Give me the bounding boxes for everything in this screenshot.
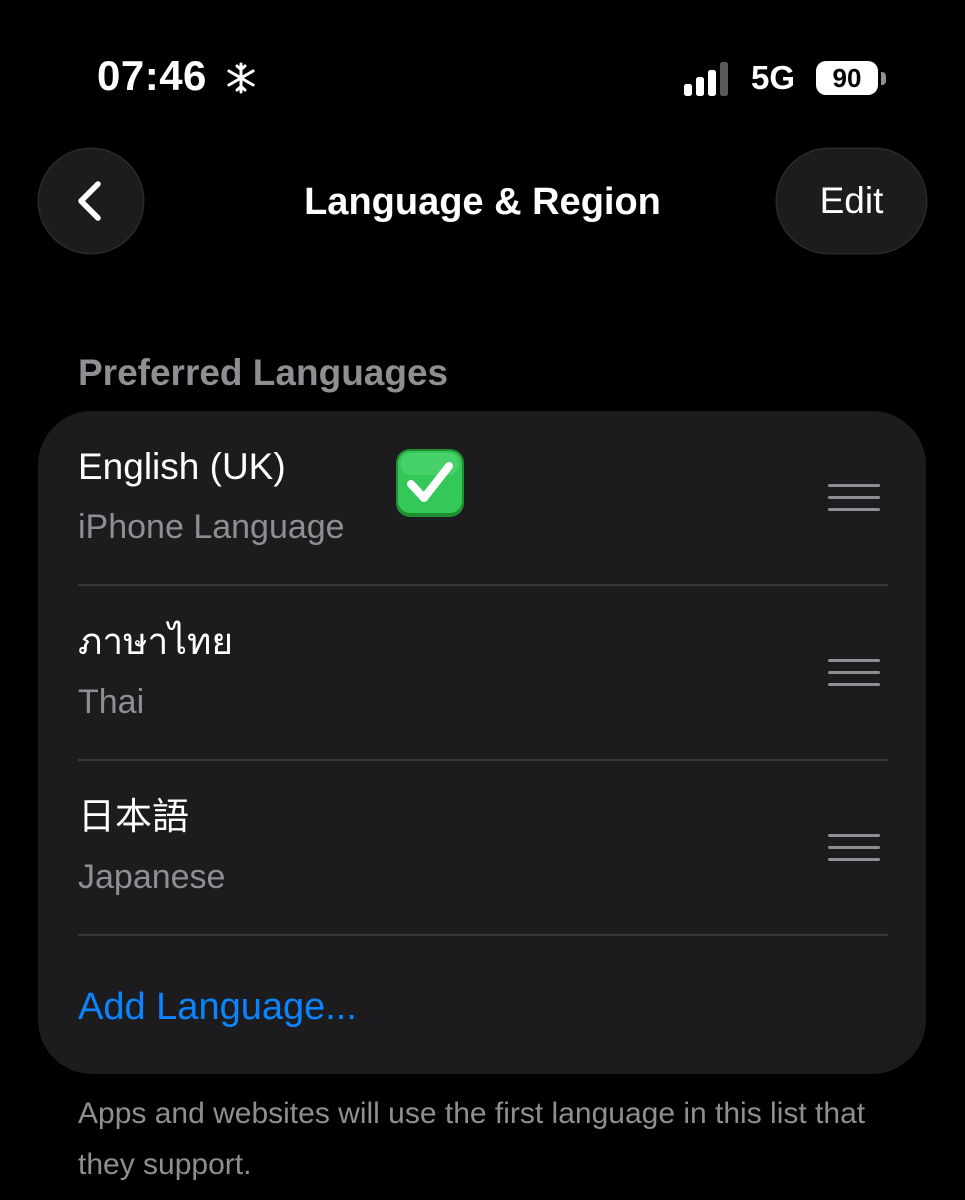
reorder-handle-icon[interactable] (828, 659, 882, 689)
chevron-left-icon (78, 181, 101, 221)
battery-cap (881, 72, 886, 85)
language-subtitle: Japanese (78, 858, 226, 896)
reorder-handle-icon[interactable] (828, 484, 882, 514)
footer-note: Apps and websites will use the first lan… (78, 1097, 866, 1181)
language-name: ภาษาไทย (78, 621, 234, 662)
language-region-screen: 07:46 5G 90 Language & Region Edit Prefe… (0, 0, 965, 1200)
language-row-english[interactable]: English (UK) iPhone Language (38, 411, 926, 586)
green-checkmark-icon (396, 449, 464, 517)
preferred-languages-list: English (UK) iPhone Language ภาษาไทย Tha… (38, 411, 926, 1074)
edit-button[interactable]: Edit (777, 149, 926, 253)
page-title: Language & Region (304, 181, 661, 223)
battery-level: 90 (816, 61, 878, 95)
separator (78, 934, 888, 936)
network-type: 5G (751, 59, 796, 96)
section-header: Preferred Languages (78, 352, 449, 393)
back-button[interactable] (39, 149, 143, 253)
battery-icon: 90 (816, 61, 888, 97)
language-row-thai[interactable]: ภาษาไทย Thai (38, 586, 926, 761)
language-subtitle: Thai (78, 683, 145, 721)
cellular-signal-icon (684, 62, 728, 96)
language-name: 日本語 (78, 796, 189, 837)
language-name: English (UK) (78, 446, 286, 487)
status-time: 07:46 (97, 52, 207, 99)
reorder-handle-icon[interactable] (828, 834, 882, 864)
language-subtitle: iPhone Language (78, 508, 345, 546)
add-language-button[interactable]: Add Language... (78, 983, 357, 1031)
status-bar: 07:46 5G 90 (0, 0, 965, 120)
language-row-japanese[interactable]: 日本語 Japanese (38, 761, 926, 936)
snowflake-icon (227, 62, 255, 94)
